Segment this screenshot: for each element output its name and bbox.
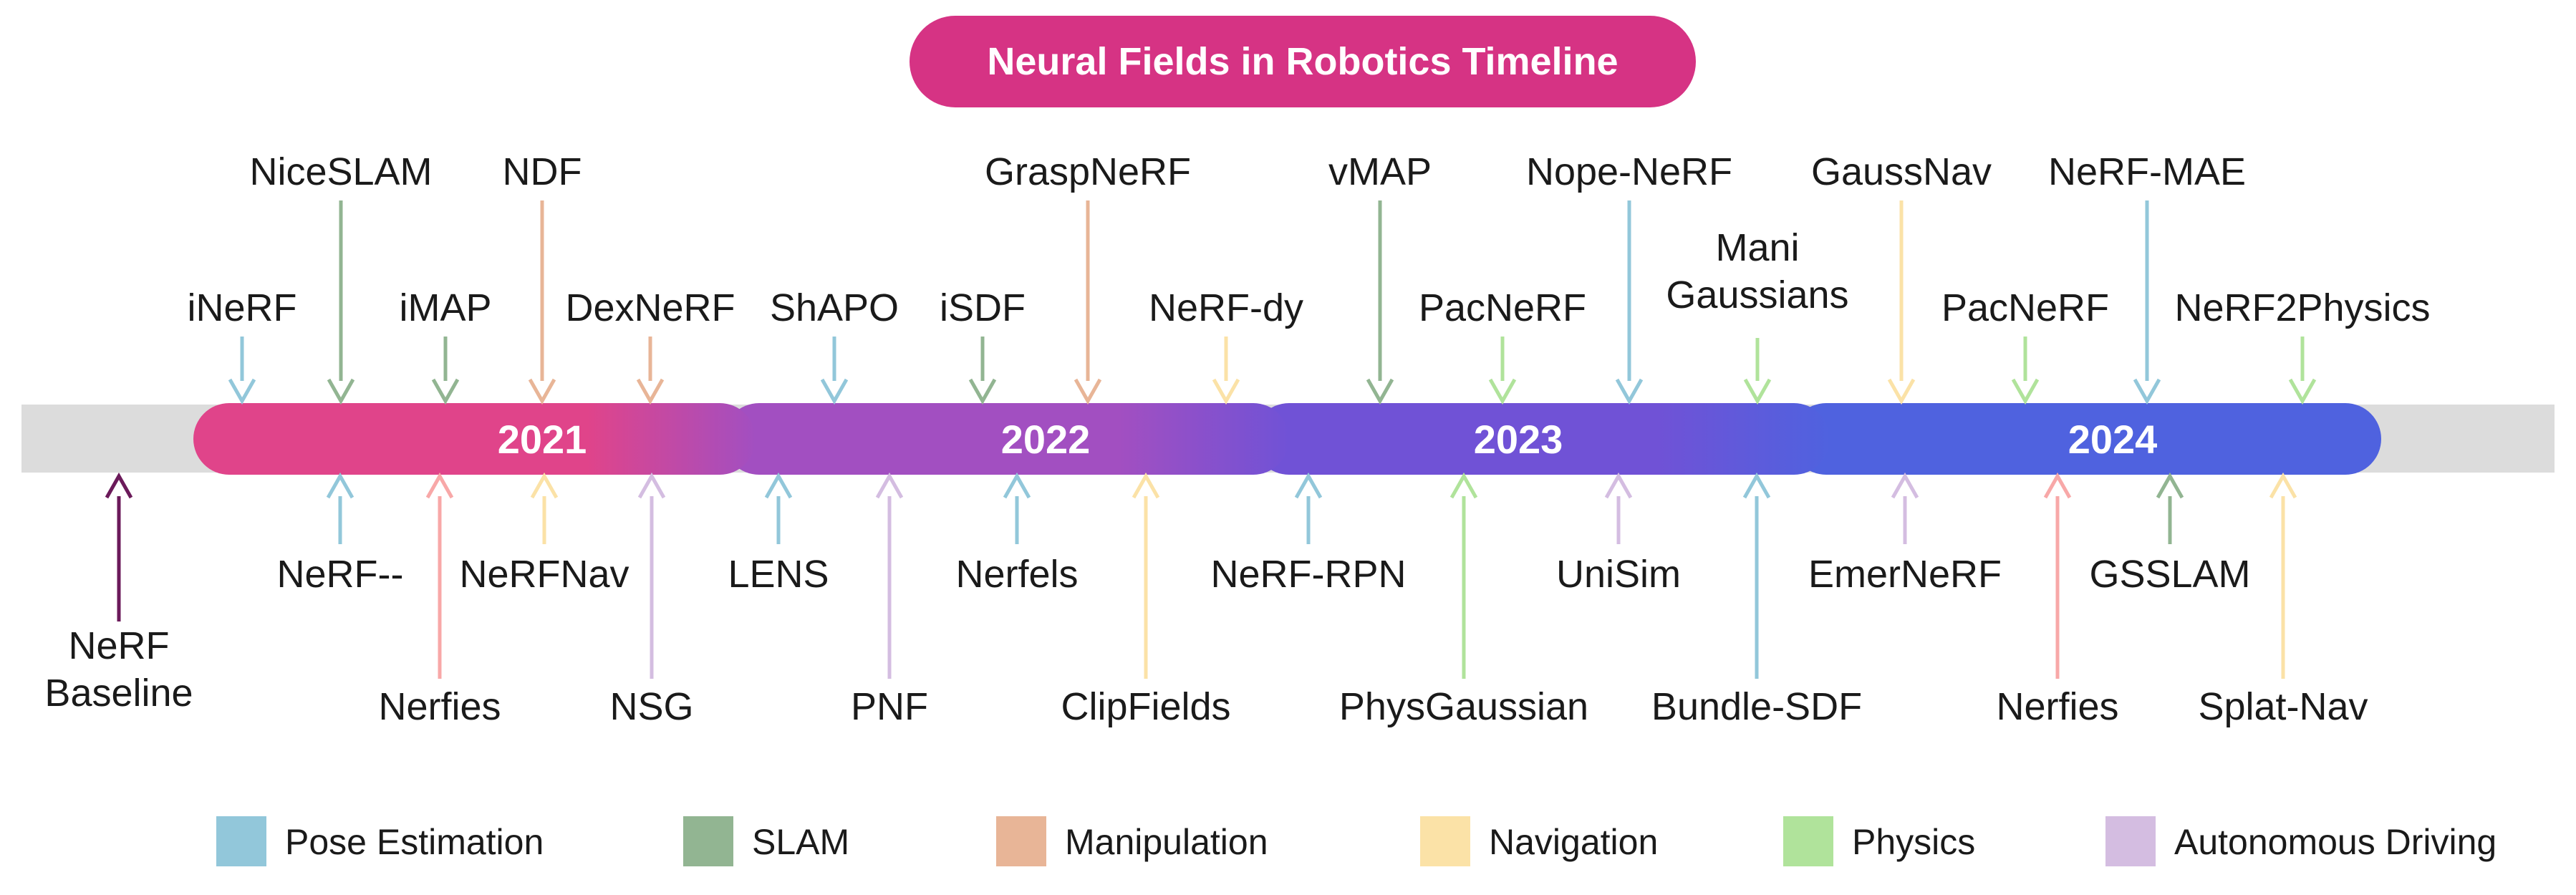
bottom-arrow-nerf-baseline: [105, 472, 133, 621]
bottom-arrow-splat-nav: [2269, 472, 2297, 679]
legend-swatch: [1783, 816, 1833, 866]
top-label-graspnerf: GraspNeRF: [985, 150, 1191, 193]
bottom-arrow-clipfields: [1132, 472, 1160, 679]
bottom-label-nerfies: Nerfies: [1996, 685, 2118, 728]
top-milestones: iNeRF NiceSLAM iMAP NDF DexNeRF ShAPO iSDF Gras…: [187, 150, 2431, 405]
top-arrow-isdf: [968, 337, 997, 405]
year-label-2024: 2024: [2068, 417, 2158, 462]
bottom-arrow-gsslam: [2156, 472, 2184, 544]
year-label-2023: 2023: [1474, 417, 1563, 462]
bottom-arrow-nerf: [326, 472, 354, 544]
bottom-label-splat-nav: Splat-Nav: [2198, 685, 2368, 728]
top-arrow-nerf-mae: [2133, 200, 2161, 405]
top-label-vmap: vMAP: [1328, 150, 1432, 193]
top-label-dexnerf: DexNeRF: [565, 286, 735, 329]
bottom-label-bundle-sdf: Bundle-SDF: [1651, 685, 1862, 728]
bottom-arrow-nerfnav: [530, 472, 559, 544]
bottom-label-clipfields: ClipFields: [1061, 685, 1230, 728]
bottom-label-nerf-rpn: NeRF-RPN: [1210, 553, 1406, 596]
legend-label: Physics: [1852, 822, 1975, 862]
top-arrow-gaussnav: [1887, 200, 1916, 405]
legend-item-physics: Physics: [1783, 816, 1975, 866]
top-label-nope-nerf: Nope-NeRF: [1526, 150, 1732, 193]
bottom-arrow-lens: [764, 472, 793, 544]
legend-item-navigation: Navigation: [1420, 816, 1658, 866]
bottom-milestones: NeRF Baseline NeRF-- Nerfies NeRFNav NSG LENS P…: [44, 472, 2368, 728]
bottom-arrow-nerfies: [2043, 472, 2072, 679]
top-label-nerf-mae: NeRF-MAE: [2048, 150, 2246, 193]
top-arrow-nerf-dy: [1212, 337, 1240, 405]
legend-item-autonomous-driving: Autonomous Driving: [2105, 816, 2497, 866]
bottom-arrow-nerfels: [1003, 472, 1031, 544]
bottom-label-nerfies: Nerfies: [378, 685, 501, 728]
year-label-2022: 2022: [1001, 417, 1091, 462]
legend-label: SLAM: [752, 822, 849, 862]
top-label-imap: iMAP: [399, 286, 491, 329]
legend-swatch: [996, 816, 1046, 866]
top-label-shapo: ShAPO: [770, 286, 899, 329]
top-arrow-mani-gaussians: [1743, 338, 1772, 405]
bottom-label-emernerf: EmerNeRF: [1808, 553, 2002, 596]
year-segments: 2021 2022 2023 2024: [193, 403, 2381, 475]
top-arrow-nerf2physics: [2288, 337, 2317, 405]
top-label-inerf: iNeRF: [187, 286, 296, 329]
top-arrow-nope-nerf: [1615, 200, 1644, 405]
year-bar-2021: [193, 403, 756, 475]
top-arrow-shapo: [820, 337, 849, 405]
legend-swatch: [216, 816, 266, 866]
top-arrow-niceslam: [327, 200, 355, 405]
bottom-label-unisim: UniSim: [1556, 553, 1681, 596]
bottom-label-gsslam: GSSLAM: [2089, 553, 2250, 596]
top-label-pacnerf: PacNeRF: [1941, 286, 2109, 329]
legend-label: Autonomous Driving: [2174, 822, 2497, 862]
top-label-ndf: NDF: [503, 150, 582, 193]
top-label-isdf: iSDF: [940, 286, 1026, 329]
bottom-arrow-bundle-sdf: [1742, 472, 1771, 679]
top-label-niceslam: NiceSLAM: [249, 150, 432, 193]
top-label-mani-gaussians: Mani Gaussians: [1666, 226, 1848, 316]
bottom-label-nerf: NeRF--: [277, 553, 404, 596]
bottom-label-pnf: PNF: [851, 685, 928, 728]
legend-item-slam: SLAM: [683, 816, 849, 866]
top-arrow-vmap: [1366, 200, 1394, 405]
bottom-arrow-physgaussian: [1449, 472, 1478, 679]
top-arrow-dexnerf: [636, 337, 665, 405]
bottom-label-nerfels: Nerfels: [955, 553, 1078, 596]
legend-label: Navigation: [1489, 822, 1658, 862]
bottom-label-physgaussian: PhysGaussian: [1339, 685, 1588, 728]
bottom-arrow-nerf-rpn: [1294, 472, 1323, 544]
top-label-pacnerf: PacNeRF: [1419, 286, 1586, 329]
legend-label: Pose Estimation: [285, 822, 544, 862]
legend-item-manipulation: Manipulation: [996, 816, 1268, 866]
bottom-arrow-pnf: [875, 472, 904, 679]
diagram-title: Neural Fields in Robotics Timeline: [987, 40, 1618, 83]
timeline-diagram: Neural Fields in Robotics Timeline 2021 2…: [21, 16, 2555, 866]
top-arrow-imap: [431, 337, 460, 405]
legend-swatch: [2105, 816, 2156, 866]
bottom-arrow-unisim: [1604, 472, 1633, 544]
bottom-arrow-nsg: [637, 472, 666, 679]
legend-label: Manipulation: [1065, 822, 1268, 862]
top-arrow-ndf: [528, 200, 556, 405]
bottom-label-lens: LENS: [728, 553, 829, 596]
top-arrow-pacnerf: [2011, 337, 2040, 405]
bottom-arrow-emernerf: [1891, 472, 1919, 544]
legend-swatch: [1420, 816, 1470, 866]
bottom-label-nerf-baseline: NeRF Baseline: [44, 624, 193, 715]
top-label-nerf2physics: NeRF2Physics: [2174, 286, 2430, 329]
top-arrow-pacnerf: [1488, 337, 1517, 405]
top-label-nerf-dy: NeRF-dy: [1149, 286, 1303, 329]
top-arrow-graspnerf: [1074, 200, 1102, 405]
legend-item-pose-estimation: Pose Estimation: [216, 816, 544, 866]
legend-swatch: [683, 816, 733, 866]
bottom-label-nsg: NSG: [609, 685, 693, 728]
legend: Pose Estimation SLAM Manipulation Navigatio…: [216, 816, 2497, 866]
bottom-arrow-nerfies: [425, 472, 454, 679]
bottom-label-nerfnav: NeRFNav: [459, 553, 629, 596]
top-label-gaussnav: GaussNav: [1811, 150, 1992, 193]
top-arrow-inerf: [228, 337, 256, 405]
year-label-2021: 2021: [498, 417, 587, 462]
